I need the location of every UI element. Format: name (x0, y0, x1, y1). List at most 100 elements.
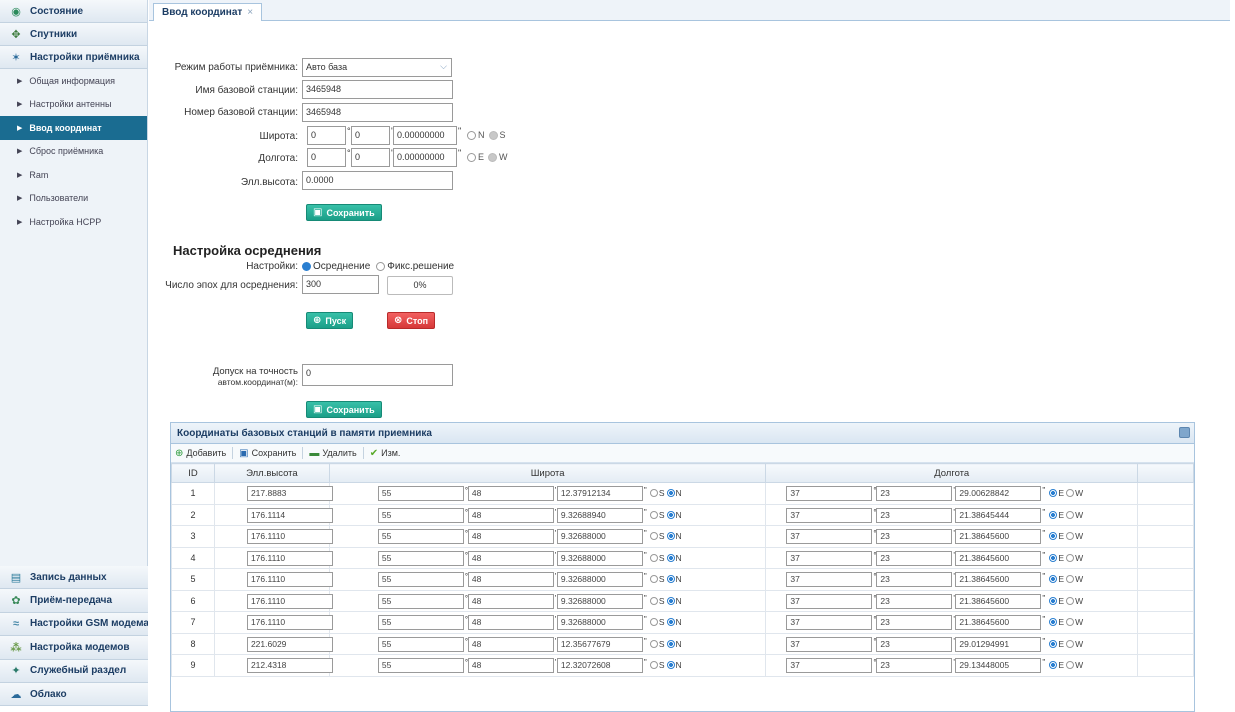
radio-west[interactable] (1066, 618, 1075, 626)
height-cell-input[interactable]: 176.1110 (246, 550, 333, 566)
sidebar-section-status[interactable]: ◉ Состояние (0, 0, 147, 23)
column-header-id[interactable]: ID (171, 463, 215, 483)
radio-west[interactable] (1066, 575, 1075, 583)
radio-north[interactable] (666, 532, 675, 540)
lat-degrees-cell-input[interactable]: 55 (377, 550, 464, 566)
longitude-minutes-input[interactable]: 0 (351, 148, 390, 167)
lat-minutes-cell-input[interactable]: 48 (467, 529, 554, 544)
lon-degrees-cell-input[interactable]: 37 (786, 658, 873, 673)
radio-east[interactable] (1049, 618, 1058, 626)
column-header-height[interactable]: Элл.высота (213, 463, 330, 483)
lat-degrees-cell-input[interactable]: 55 (377, 636, 464, 652)
lat-minutes-cell-input[interactable]: 48 (467, 658, 554, 673)
lon-minutes-cell-input[interactable]: 23 (876, 615, 953, 630)
lat-degrees-cell-input[interactable]: 55 (377, 593, 464, 609)
radio-east[interactable] (1049, 510, 1058, 519)
lon-seconds-cell-input[interactable]: 21.38645444 (955, 507, 1042, 523)
height-cell-input[interactable]: 176.1110 (246, 593, 333, 609)
lat-degrees-cell-input[interactable]: 55 (377, 486, 464, 501)
radio-south[interactable] (649, 575, 658, 583)
height-cell-input[interactable]: 176.1114 (246, 507, 333, 523)
lon-minutes-cell-input[interactable]: 23 (876, 572, 953, 587)
lon-seconds-cell-input[interactable]: 21.38645600 (955, 529, 1042, 544)
lat-minutes-cell-input[interactable]: 48 (467, 507, 554, 523)
lon-seconds-cell-input[interactable]: 29.00628842 (955, 486, 1042, 501)
close-icon[interactable]: × (247, 7, 253, 18)
lon-minutes-cell-input[interactable]: 23 (876, 507, 953, 523)
height-cell-input[interactable]: 221.6029 (246, 636, 333, 652)
height-cell-input[interactable]: 217.8883 (246, 486, 333, 501)
stop-button[interactable]: ⊗ Стоп (387, 312, 436, 329)
start-button[interactable]: ⊕ Пуск (306, 312, 354, 329)
height-cell-input[interactable]: 176.1110 (246, 529, 333, 544)
table-row[interactable]: 5 176.1110 55 ° 48 ' 9.32688000 " S N 37 ° 23 ' 21.386… (171, 568, 1194, 591)
longitude-seconds-input[interactable]: 0.00000000 (393, 148, 457, 167)
lon-degrees-cell-input[interactable]: 37 (786, 572, 873, 587)
lon-degrees-cell-input[interactable]: 37 (786, 615, 873, 630)
radio-north[interactable] (467, 130, 476, 140)
radio-east[interactable] (1049, 489, 1058, 497)
lat-degrees-cell-input[interactable]: 55 (377, 658, 464, 673)
lon-seconds-cell-input[interactable]: 21.38645600 (955, 550, 1042, 566)
radio-west[interactable] (1066, 553, 1075, 562)
table-row[interactable]: 2 176.1114 55 ° 48 ' 9.32688940 " S N 37 ° 23 ' 21.386… (171, 503, 1194, 526)
radio-north[interactable] (666, 510, 675, 519)
lat-seconds-cell-input[interactable]: 9.32688940 (556, 507, 643, 523)
lat-minutes-cell-input[interactable]: 48 (467, 550, 554, 566)
collapse-icon[interactable] (1179, 427, 1190, 438)
lon-minutes-cell-input[interactable]: 23 (876, 529, 953, 544)
base-number-input[interactable]: 3465948 (302, 103, 453, 122)
lon-degrees-cell-input[interactable]: 37 (786, 486, 873, 501)
lon-seconds-cell-input[interactable]: 29.01294991 (955, 636, 1042, 652)
tolerance-input[interactable]: 0 (302, 364, 453, 386)
longitude-degrees-input[interactable]: 0 (307, 148, 346, 167)
sidebar-section-transfer[interactable]: ✿ Приём-передача (0, 589, 148, 613)
height-input[interactable]: 0.0000 (302, 171, 453, 190)
lon-minutes-cell-input[interactable]: 23 (876, 636, 953, 652)
sidebar-section-modem-settings[interactable]: ⁂ Настройка модемов (0, 636, 148, 660)
radio-south[interactable] (649, 596, 658, 605)
radio-east[interactable] (1049, 532, 1058, 540)
table-row[interactable]: 9 212.4318 55 ° 48 ' 12.32072608 " S N 37 ° 23 ' 29.13… (171, 654, 1194, 677)
lat-seconds-cell-input[interactable]: 12.32072608 (556, 658, 643, 673)
radio-south[interactable] (649, 639, 658, 648)
lon-degrees-cell-input[interactable]: 37 (786, 507, 873, 523)
lon-degrees-cell-input[interactable]: 37 (786, 593, 873, 609)
table-row[interactable]: 1 217.8883 55 ° 48 ' 12.37912134 " S N 37 ° 23 ' 29.00… (171, 482, 1194, 505)
radio-averaging[interactable] (302, 262, 311, 271)
save-coordinates-button[interactable]: ▣ Сохранить (306, 204, 382, 221)
lat-seconds-cell-input[interactable]: 9.32688000 (556, 615, 643, 630)
sidebar-item-general-info[interactable]: ▶ Общая информация (0, 69, 147, 93)
lat-seconds-cell-input[interactable]: 9.32688000 (556, 529, 643, 544)
column-header-longitude[interactable]: Долгота (765, 463, 1139, 483)
lat-degrees-cell-input[interactable]: 55 (377, 615, 464, 630)
height-cell-input[interactable]: 176.1110 (246, 572, 333, 587)
sidebar-item-antenna-settings[interactable]: ▶ Настройки антенны (0, 93, 147, 117)
lon-seconds-cell-input[interactable]: 21.38645600 (955, 593, 1042, 609)
lat-minutes-cell-input[interactable]: 48 (467, 593, 554, 609)
radio-east[interactable] (1049, 661, 1058, 669)
lon-seconds-cell-input[interactable]: 29.13448005 (955, 658, 1042, 673)
grid-save-button[interactable]: ▣ Сохранить (239, 448, 296, 459)
sidebar-section-data-recording[interactable]: ▤ Запись данных (0, 566, 148, 590)
radio-north[interactable] (666, 661, 675, 669)
table-row[interactable]: 7 176.1110 55 ° 48 ' 9.32688000 " S N 37 ° 23 ' 21.386… (171, 611, 1194, 634)
radio-fixed-solution[interactable] (376, 262, 386, 271)
edit-button[interactable]: ✔ Изм. (370, 448, 401, 459)
lat-degrees-cell-input[interactable]: 55 (377, 529, 464, 544)
radio-north[interactable] (666, 553, 675, 562)
latitude-minutes-input[interactable]: 0 (351, 126, 390, 145)
lon-minutes-cell-input[interactable]: 23 (876, 593, 953, 609)
lon-degrees-cell-input[interactable]: 37 (786, 636, 873, 652)
save-tolerance-button[interactable]: ▣ Сохранить (306, 401, 382, 418)
lat-seconds-cell-input[interactable]: 9.32688000 (556, 572, 643, 587)
radio-east[interactable] (1049, 596, 1058, 605)
radio-north[interactable] (666, 596, 675, 605)
lat-seconds-cell-input[interactable]: 9.32688000 (556, 550, 643, 566)
radio-north[interactable] (666, 618, 675, 626)
latitude-degrees-input[interactable]: 0 (307, 126, 346, 145)
radio-south[interactable] (649, 661, 658, 669)
lat-seconds-cell-input[interactable]: 9.32688000 (556, 593, 643, 609)
radio-south[interactable] (649, 532, 658, 540)
radio-north[interactable] (666, 575, 675, 583)
